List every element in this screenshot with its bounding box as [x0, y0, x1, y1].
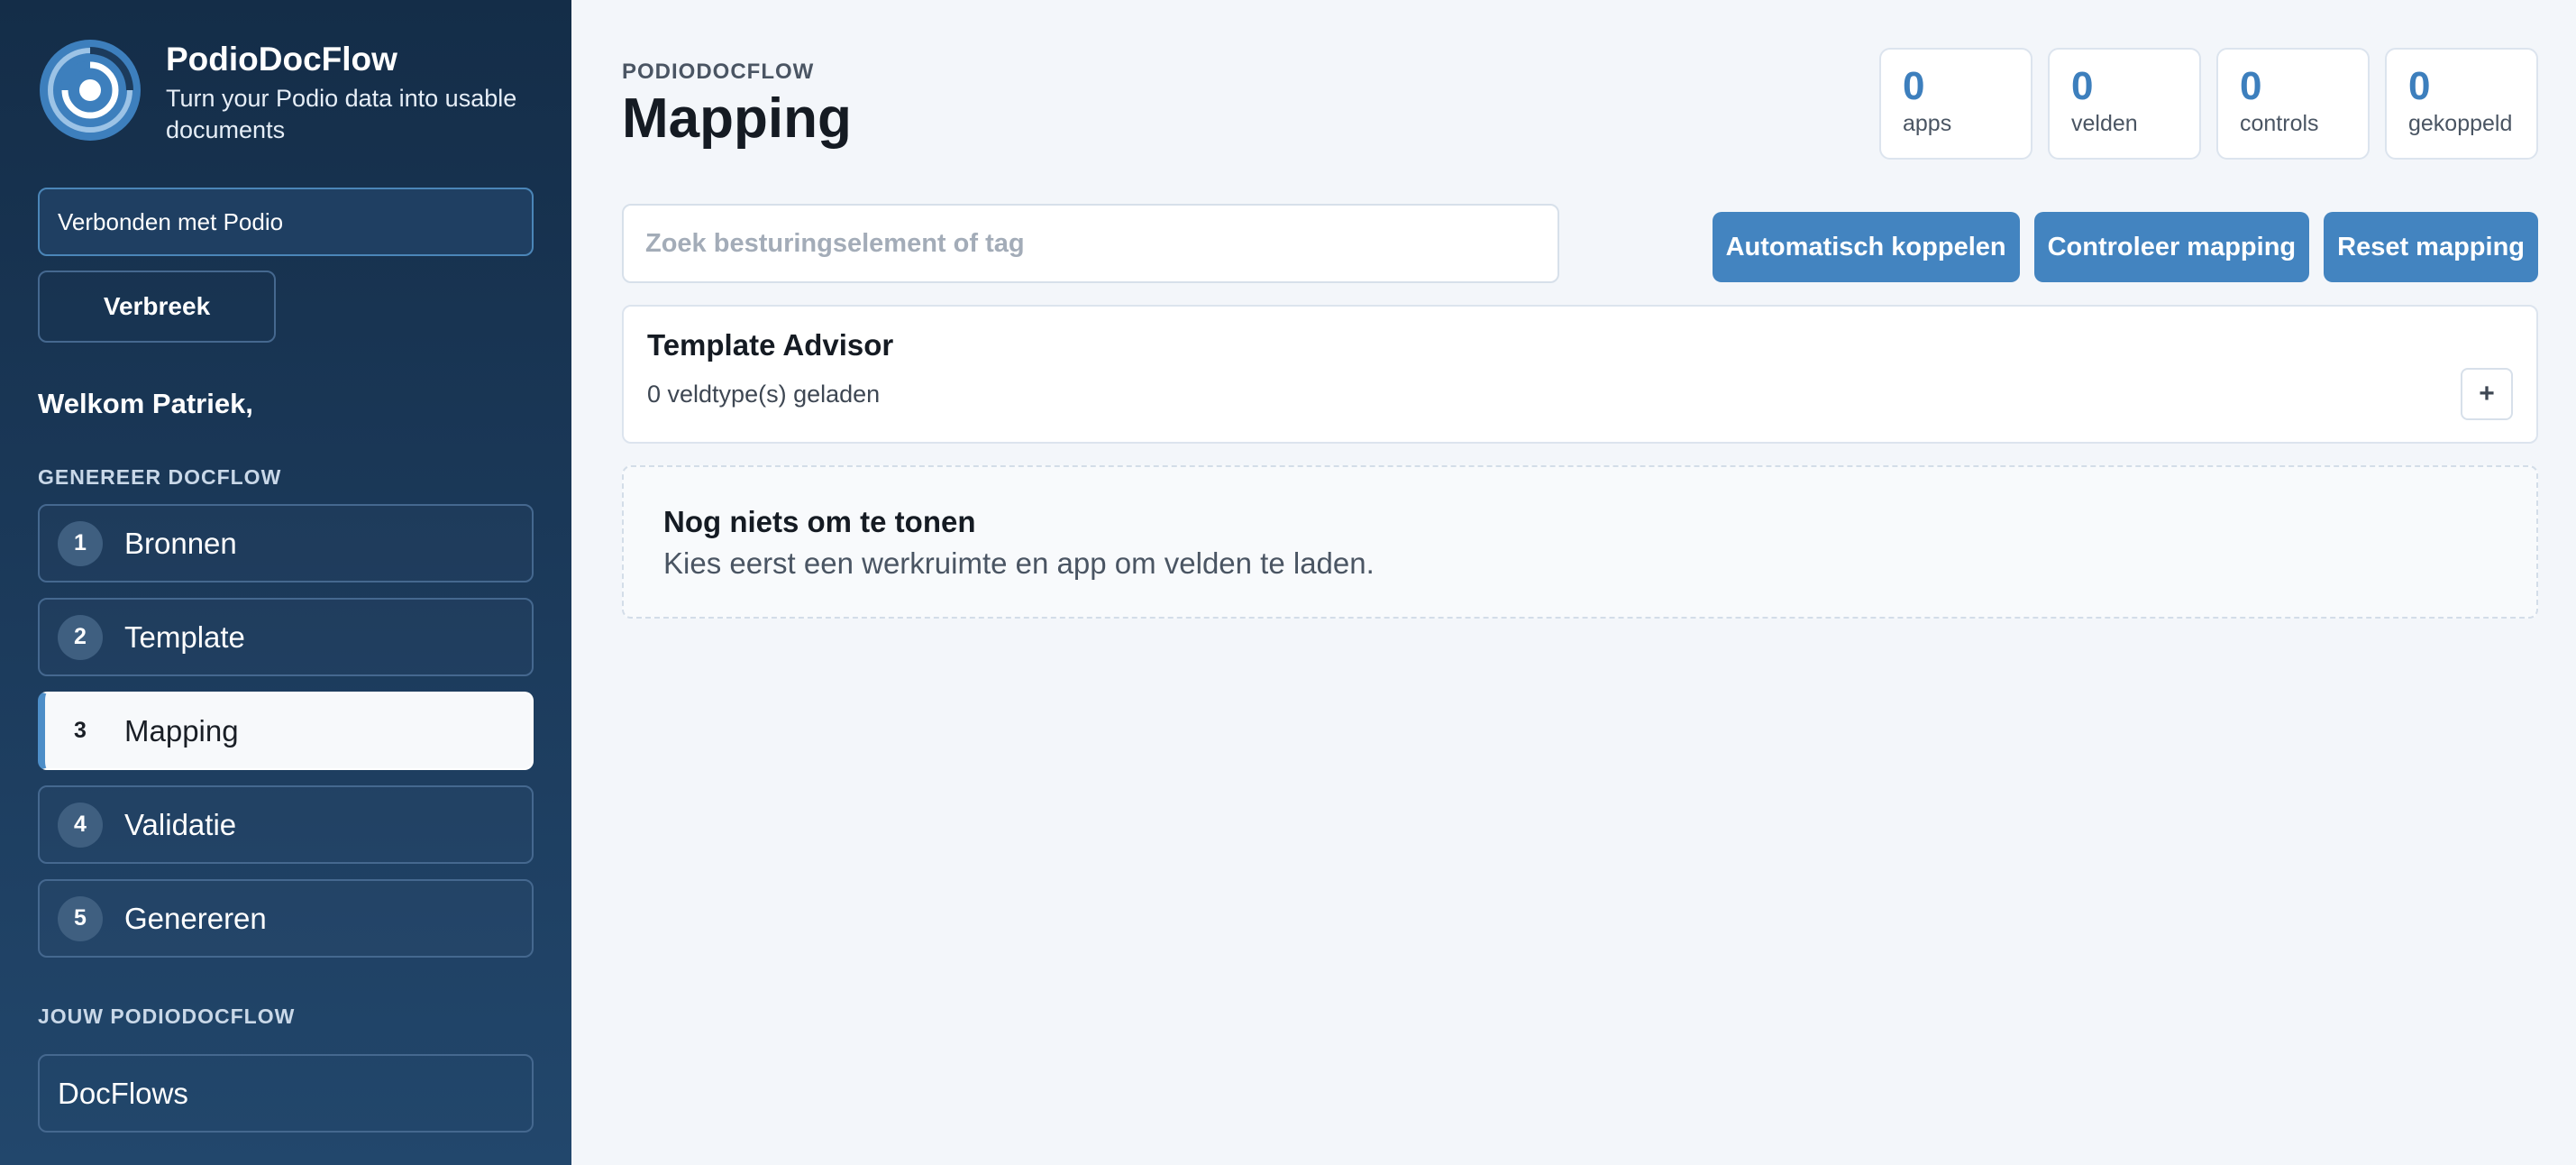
empty-state-text: Kies eerst een werkruimte en app om veld…	[663, 546, 1375, 580]
connection-status: Verbonden met Podio	[38, 188, 534, 256]
stat-value: 0	[2071, 64, 2094, 108]
sidebar: PodioDocFlow Turn your Podio data into u…	[0, 0, 571, 1165]
podio-ring-logo-icon	[40, 40, 141, 141]
step-number: 3	[74, 718, 87, 743]
step-number: 2	[58, 614, 103, 660]
stat-value: 0	[1903, 64, 1925, 108]
page-title: Mapping	[622, 87, 852, 150]
step-number: 1	[58, 520, 103, 566]
step-label: Genereren	[124, 901, 267, 935]
stat-label: velden	[2071, 111, 2138, 136]
step-number: 5	[58, 895, 103, 941]
stat-label: controls	[2240, 111, 2319, 136]
stat-label: gekoppeld	[2408, 111, 2513, 136]
step-genereren[interactable]: 5 Genereren	[38, 879, 534, 958]
empty-state: Nog niets om te tonen Kies eerst een wer…	[622, 465, 2538, 619]
check-mapping-button[interactable]: Controleer mapping	[2033, 212, 2310, 282]
search-input[interactable]	[622, 204, 1559, 283]
yours-section-title: JOUW PODIODOCFLOW	[38, 1004, 296, 1028]
step-number: 4	[58, 802, 103, 848]
docflows-link[interactable]: DocFlows	[38, 1054, 534, 1133]
disconnect-button[interactable]: Verbreek	[38, 271, 276, 343]
stat-velden: 0 velden	[2048, 48, 2201, 160]
step-label: Bronnen	[124, 526, 237, 560]
expand-button[interactable]: +	[2461, 368, 2513, 420]
step-mapping[interactable]: 3 Mapping	[38, 692, 534, 770]
advisor-title: Template Advisor	[647, 328, 894, 362]
brand: PodioDocFlow Turn your Podio data into u…	[38, 38, 534, 146]
stat-gekoppeld: 0 gekoppeld	[2385, 48, 2538, 160]
welcome-message: Welkom Patriek,	[38, 388, 253, 419]
brand-text: PodioDocFlow Turn your Podio data into u…	[166, 38, 534, 146]
stat-value: 0	[2240, 64, 2262, 108]
step-bronnen[interactable]: 1 Bronnen	[38, 504, 534, 582]
empty-state-title: Nog niets om te tonen	[663, 505, 976, 538]
step-validatie[interactable]: 4 Validatie	[38, 785, 534, 864]
template-advisor-panel: Template Advisor 0 veldtype(s) geladen +	[622, 305, 2538, 444]
mapping-actions: Automatisch koppelen Controleer mapping …	[1712, 212, 2538, 282]
app-subtitle: Turn your Podio data into usable documen…	[166, 85, 517, 143]
page-eyebrow: PODIODOCFLOW	[622, 60, 815, 84]
step-label: Validatie	[124, 807, 237, 841]
generate-section-title: GENEREER DOCFLOW	[38, 465, 282, 489]
app-root: PodioDocFlow Turn your Podio data into u…	[0, 0, 2576, 1165]
stats-bar: 0 apps 0 velden 0 controls 0 gekoppeld	[1879, 48, 2538, 160]
app-title: PodioDocFlow	[166, 41, 397, 78]
step-label: Mapping	[124, 713, 239, 748]
step-nav: 1 Bronnen 2 Template 3 Mapping 4 Validat…	[38, 504, 534, 958]
step-label: Template	[124, 619, 245, 654]
reset-mapping-button[interactable]: Reset mapping	[2324, 212, 2538, 282]
main-content: PODIODOCFLOW Mapping 0 apps 0 velden 0 c…	[571, 0, 2576, 1165]
stat-value: 0	[2408, 64, 2431, 108]
stat-label: apps	[1903, 111, 1952, 136]
stat-apps: 0 apps	[1879, 48, 2032, 160]
advisor-subtitle: 0 veldtype(s) geladen	[647, 381, 881, 408]
step-template[interactable]: 2 Template	[38, 598, 534, 676]
stat-controls: 0 controls	[2216, 48, 2370, 160]
auto-link-button[interactable]: Automatisch koppelen	[1712, 212, 2020, 282]
